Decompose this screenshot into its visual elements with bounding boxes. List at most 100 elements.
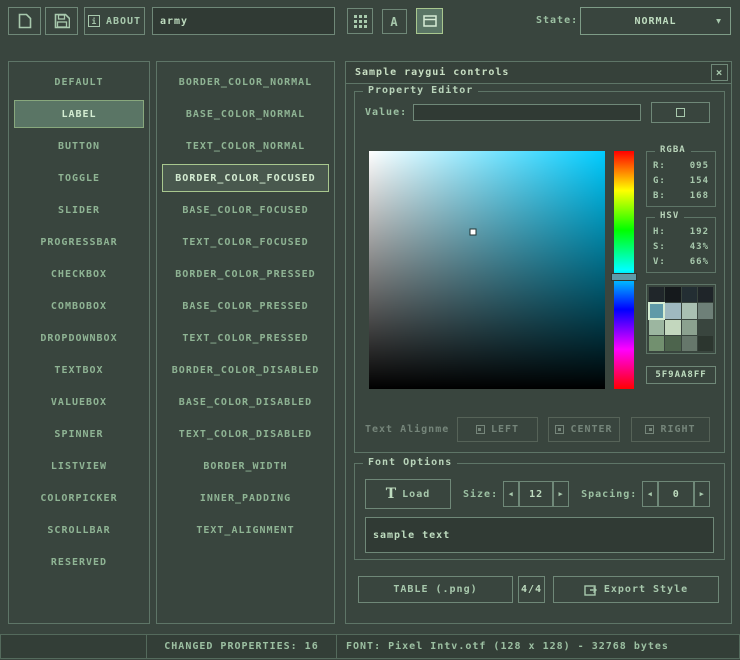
palette-cell[interactable] — [682, 320, 697, 335]
view-font-button[interactable]: A — [382, 9, 407, 34]
palette-cell[interactable] — [682, 287, 697, 302]
size-increase-button[interactable]: ▶ — [553, 481, 569, 507]
palette-cell[interactable] — [649, 287, 664, 302]
status-changed-properties: CHANGED PROPERTIES: 16 — [146, 634, 337, 659]
palette-cell[interactable] — [682, 303, 697, 318]
properties-list-item[interactable]: TEXT_COLOR_FOCUSED — [162, 228, 329, 256]
controls-list-item[interactable]: COMBOBOX — [14, 292, 144, 320]
controls-list-item[interactable]: COLORPICKER — [14, 484, 144, 512]
properties-list-item[interactable]: BASE_COLOR_PRESSED — [162, 292, 329, 320]
properties-list-item[interactable]: BORDER_COLOR_PRESSED — [162, 260, 329, 288]
color-selector[interactable] — [469, 228, 476, 235]
export-format-label: TABLE (.png) — [393, 584, 477, 595]
status-font-info: FONT: Pixel Intv.otf (128 x 128) - 32768… — [336, 634, 740, 659]
view-controls-button[interactable] — [416, 8, 443, 34]
controls-list-item[interactable]: VALUEBOX — [14, 388, 144, 416]
size-value-box[interactable]: 12 — [519, 481, 553, 507]
properties-list-item[interactable]: TEXT_COLOR_PRESSED — [162, 324, 329, 352]
controls-list-item[interactable]: LABEL — [14, 100, 144, 128]
hex-value-box[interactable]: 5F9AA8FF — [646, 366, 716, 384]
controls-list-item[interactable]: LISTVIEW — [14, 452, 144, 480]
controls-list-item[interactable]: BUTTON — [14, 132, 144, 160]
properties-list-item[interactable]: BORDER_COLOR_DISABLED — [162, 356, 329, 384]
properties-list: BORDER_COLOR_NORMAL BASE_COLOR_NORMAL TE… — [156, 61, 335, 624]
properties-list-item[interactable]: BORDER_COLOR_NORMAL — [162, 68, 329, 96]
h-value: 192 — [690, 227, 709, 237]
controls-list-item[interactable]: SPINNER — [14, 420, 144, 448]
save-style-button[interactable] — [45, 7, 78, 35]
export-pages-box[interactable]: 4/4 — [518, 576, 545, 603]
hue-slider-handle[interactable] — [611, 273, 637, 281]
properties-list-item[interactable]: TEXT_COLOR_NORMAL — [162, 132, 329, 160]
palette-cell[interactable] — [698, 336, 713, 351]
load-font-button[interactable]: T Load — [365, 479, 451, 509]
sample-text-box[interactable]: sample text — [365, 517, 714, 553]
palette-cell[interactable] — [665, 303, 680, 318]
font-icon: A — [390, 15, 398, 29]
file-icon — [18, 13, 32, 29]
new-style-button[interactable] — [8, 7, 41, 35]
state-dropdown[interactable]: NORMAL ▼ — [580, 7, 731, 35]
properties-list-item[interactable]: BASE_COLOR_NORMAL — [162, 100, 329, 128]
hue-slider[interactable] — [614, 151, 634, 389]
controls-list-item[interactable]: PROGRESSBAR — [14, 228, 144, 256]
hsv-panel-title: HSV — [655, 211, 684, 221]
palette-cell[interactable] — [682, 336, 697, 351]
size-decrease-button[interactable]: ◀ — [503, 481, 519, 507]
value-input[interactable] — [413, 104, 641, 121]
palette-cell[interactable] — [665, 287, 680, 302]
palette-cell[interactable] — [698, 320, 713, 335]
view-style-table-button[interactable] — [347, 8, 373, 34]
properties-list-item[interactable]: TEXT_ALIGNMENT — [162, 516, 329, 544]
align-left-button[interactable]: LEFT — [457, 417, 538, 442]
properties-list-item[interactable]: INNER_PADDING — [162, 484, 329, 512]
controls-list: DEFAULT LABEL BUTTON TOGGLE SLIDER PROGR… — [8, 61, 150, 624]
palette-cell[interactable] — [665, 336, 680, 351]
color-panel[interactable] — [369, 151, 605, 389]
palette-cell[interactable] — [649, 320, 664, 335]
palette-cell[interactable] — [698, 287, 713, 302]
info-icon: i — [88, 15, 100, 27]
rgba-row: B: 168 — [653, 188, 709, 203]
value-mode-button[interactable] — [651, 102, 710, 123]
palette-cell[interactable] — [649, 336, 664, 351]
close-button[interactable]: × — [711, 64, 728, 81]
palette-cell[interactable] — [698, 303, 713, 318]
s-value: 43% — [690, 242, 709, 252]
grid-icon — [354, 15, 367, 28]
palette-cell[interactable] — [649, 303, 664, 318]
palette-cell[interactable] — [665, 320, 680, 335]
about-button-label: ABOUT — [106, 16, 141, 27]
value-label: Value: — [365, 107, 407, 118]
font-options-group: Font Options T Load Size: ◀ 12 ▶ Spacing… — [354, 463, 725, 560]
style-name-input[interactable] — [152, 7, 335, 35]
spacing-increase-button[interactable]: ▶ — [694, 481, 710, 507]
about-button[interactable]: i ABOUT — [84, 7, 145, 35]
controls-list-item[interactable]: SLIDER — [14, 196, 144, 224]
spacing-label: Spacing: — [581, 489, 637, 500]
property-editor-group: Property Editor Value: RGBA R: 095 — [354, 91, 725, 453]
properties-list-item[interactable]: BORDER_WIDTH — [162, 452, 329, 480]
controls-list-item[interactable]: TOGGLE — [14, 164, 144, 192]
spacing-value-box[interactable]: 0 — [658, 481, 694, 507]
spacing-decrease-button[interactable]: ◀ — [642, 481, 658, 507]
controls-list-item[interactable]: TEXTBOX — [14, 356, 144, 384]
properties-list-item[interactable]: TEXT_COLOR_DISABLED — [162, 420, 329, 448]
rguistyler-app: i ABOUT A State: NORMAL ▼ — [0, 0, 740, 660]
export-style-button[interactable]: Export Style — [553, 576, 719, 603]
export-format-button[interactable]: TABLE (.png) — [358, 576, 513, 603]
properties-list-item[interactable]: BORDER_COLOR_FOCUSED — [162, 164, 329, 192]
align-center-button[interactable]: CENTER — [548, 417, 620, 442]
load-font-label: Load — [402, 489, 430, 500]
controls-list-item[interactable]: DEFAULT — [14, 68, 144, 96]
align-right-button[interactable]: RIGHT — [631, 417, 710, 442]
v-value: 66% — [690, 257, 709, 267]
align-right-icon — [645, 425, 654, 434]
close-icon: × — [716, 66, 724, 79]
properties-list-item[interactable]: BASE_COLOR_DISABLED — [162, 388, 329, 416]
controls-list-item[interactable]: DROPDOWNBOX — [14, 324, 144, 352]
properties-list-item[interactable]: BASE_COLOR_FOCUSED — [162, 196, 329, 224]
controls-list-item[interactable]: SCROLLBAR — [14, 516, 144, 544]
controls-list-item[interactable]: CHECKBOX — [14, 260, 144, 288]
controls-list-item[interactable]: RESERVED — [14, 548, 144, 576]
